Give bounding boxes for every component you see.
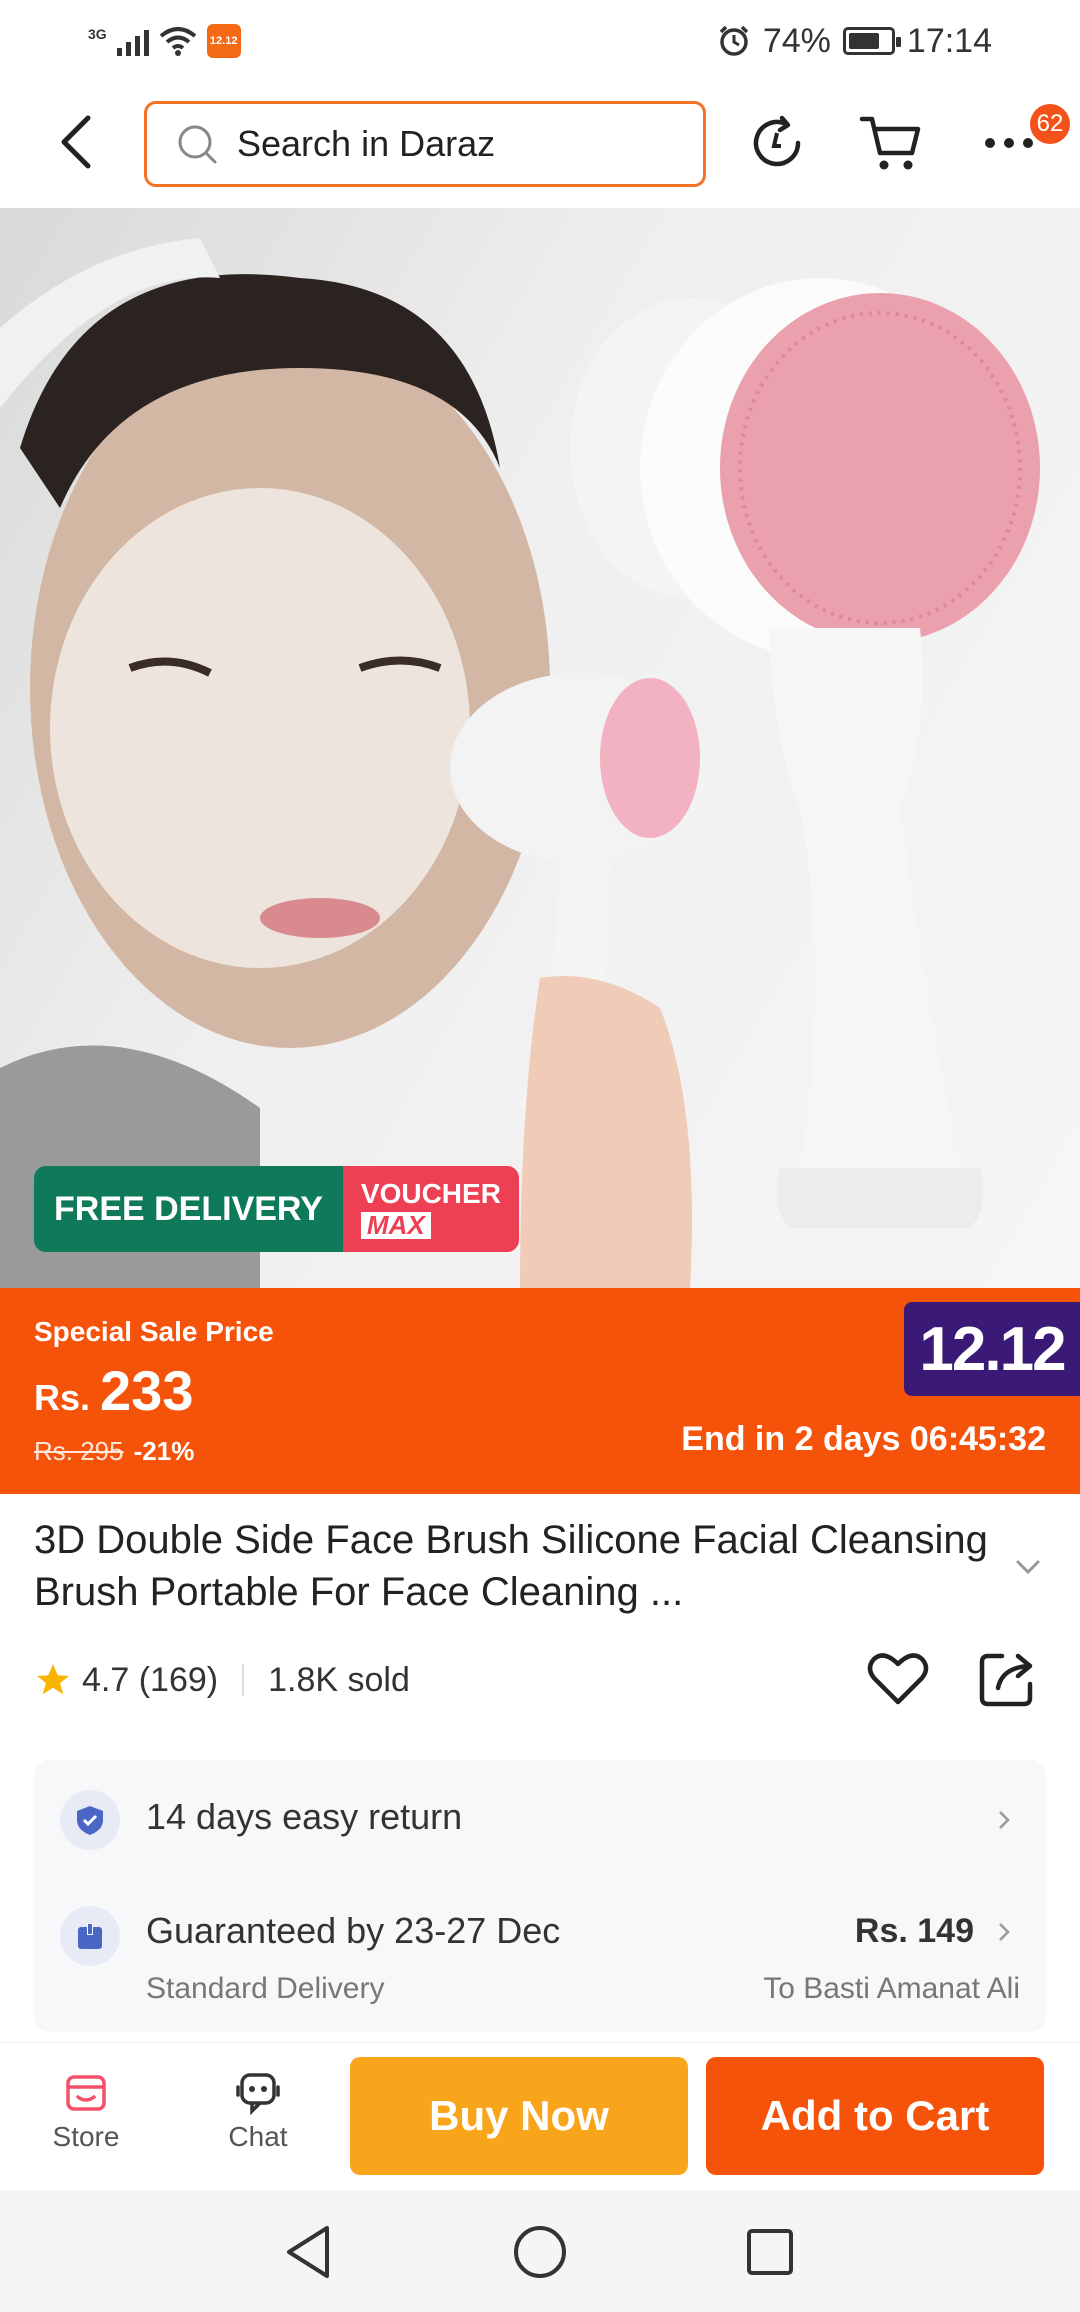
- product-photo: [0, 238, 1040, 1288]
- wifi-icon: [159, 27, 196, 56]
- battery-percent: 74%: [762, 21, 831, 60]
- star-icon: [37, 1664, 69, 1695]
- history-button[interactable]: [742, 108, 812, 178]
- delivery-row[interactable]: Guaranteed by 23-27 Dec Standard Deliver…: [34, 1880, 1046, 2032]
- system-navigation-bar: [0, 2190, 1080, 2312]
- network-type: 3G: [88, 26, 107, 42]
- system-recents-button[interactable]: [738, 2220, 802, 2284]
- delivery-type: Standard Delivery: [146, 1972, 385, 2005]
- history-icon: [753, 115, 801, 167]
- daraz-notification-icon: 12.12: [206, 24, 241, 58]
- chat-bot-icon: [236, 2073, 280, 2115]
- sold-count: 1.8K sold: [268, 1660, 410, 1699]
- chevron-right-icon: [999, 1923, 1010, 1941]
- more-badge: 62: [1030, 104, 1070, 144]
- share-button[interactable]: [976, 1646, 1040, 1710]
- rating-row[interactable]: 4.7 (169) 1.8K sold: [34, 1652, 410, 1708]
- discount-percent: -21%: [133, 1436, 195, 1466]
- return-policy-text: 14 days easy return: [146, 1796, 463, 1837]
- rating-value: 4.7 (169): [82, 1660, 219, 1699]
- add-to-cart-button[interactable]: Add to Cart: [706, 2057, 1044, 2175]
- voucher-max-label: MAX: [360, 1211, 431, 1239]
- return-shield-icon: [60, 1790, 120, 1850]
- cart-button[interactable]: [856, 108, 926, 178]
- share-icon: [979, 1653, 1033, 1707]
- buy-now-button[interactable]: Buy Now: [350, 2057, 688, 2175]
- cart-icon: [859, 116, 921, 170]
- delivery-box-icon: [60, 1906, 120, 1966]
- delivery-guarantee: Guaranteed by 23-27 Dec: [146, 1910, 561, 1951]
- search-placeholder: Search in Daraz: [237, 123, 496, 164]
- status-right: 74% 17:14: [717, 22, 992, 61]
- back-button[interactable]: [48, 110, 104, 174]
- chat-button[interactable]: Chat: [198, 2071, 318, 2153]
- more-icon: [985, 138, 1033, 148]
- back-arrow-icon: [61, 115, 91, 169]
- system-home-button[interactable]: [508, 2220, 572, 2284]
- store-button[interactable]: Store: [26, 2071, 146, 2153]
- original-price: Rs. 295: [34, 1436, 124, 1466]
- system-back-button[interactable]: [276, 2220, 340, 2284]
- delivery-destination: To Basti Amanat Ali: [763, 1972, 1020, 2005]
- promo-tags: FREE DELIVERY VOUCHER MAX: [34, 1166, 519, 1252]
- divider: [242, 1664, 245, 1696]
- store-icon: [66, 2075, 106, 2111]
- product-image[interactable]: FREE DELIVERY VOUCHER MAX: [0, 208, 1080, 1288]
- status-left: 3G 12.12: [88, 24, 241, 58]
- price-banner: Special Sale Price Rs. 233 Rs. 295 -21% 12…: [0, 1288, 1080, 1494]
- clock: 17:14: [906, 21, 992, 60]
- return-policy-row[interactable]: 14 days easy return: [34, 1760, 1046, 1880]
- search-input[interactable]: Search in Daraz: [144, 101, 706, 187]
- chat-label: Chat: [228, 2121, 288, 2152]
- sale-countdown: End in 2 days 06:45:32: [681, 1420, 1046, 1458]
- expand-title-chevron-icon[interactable]: [1012, 1550, 1044, 1582]
- action-bar: Store Chat Buy Now Add to Cart: [0, 2042, 1080, 2190]
- wishlist-button[interactable]: [866, 1646, 930, 1710]
- circle-home-icon: [514, 2226, 566, 2278]
- price-amount: 233: [100, 1359, 194, 1422]
- free-delivery-tag: FREE DELIVERY: [34, 1166, 343, 1252]
- original-price-row: Rs. 295 -21%: [34, 1436, 194, 1467]
- delivery-fee: Rs. 149: [854, 1912, 974, 1950]
- event-badge: 12.12: [904, 1302, 1080, 1396]
- status-bar: 3G 12.12 74% 17:14: [0, 0, 1080, 82]
- voucher-max-tag: VOUCHER MAX: [342, 1166, 519, 1252]
- voucher-label: VOUCHER: [360, 1178, 501, 1210]
- top-nav: Search in Daraz 62: [0, 82, 1080, 208]
- current-price: Rs. 233: [34, 1358, 193, 1423]
- search-icon: [178, 125, 217, 164]
- store-label: Store: [52, 2121, 120, 2152]
- price-currency: Rs.: [34, 1377, 91, 1418]
- service-card: 14 days easy return Guaranteed by 23-27 …: [34, 1760, 1046, 2032]
- triangle-back-icon: [287, 2226, 329, 2278]
- product-title: 3D Double Side Face Brush Silicone Facia…: [34, 1518, 988, 1614]
- special-sale-label: Special Sale Price: [34, 1316, 274, 1347]
- signal-icon: [116, 26, 149, 56]
- alarm-icon: [719, 25, 749, 56]
- battery-icon: [842, 27, 901, 55]
- square-recents-icon: [747, 2229, 793, 2275]
- chevron-right-icon: [999, 1811, 1010, 1829]
- heart-icon: [867, 1653, 929, 1705]
